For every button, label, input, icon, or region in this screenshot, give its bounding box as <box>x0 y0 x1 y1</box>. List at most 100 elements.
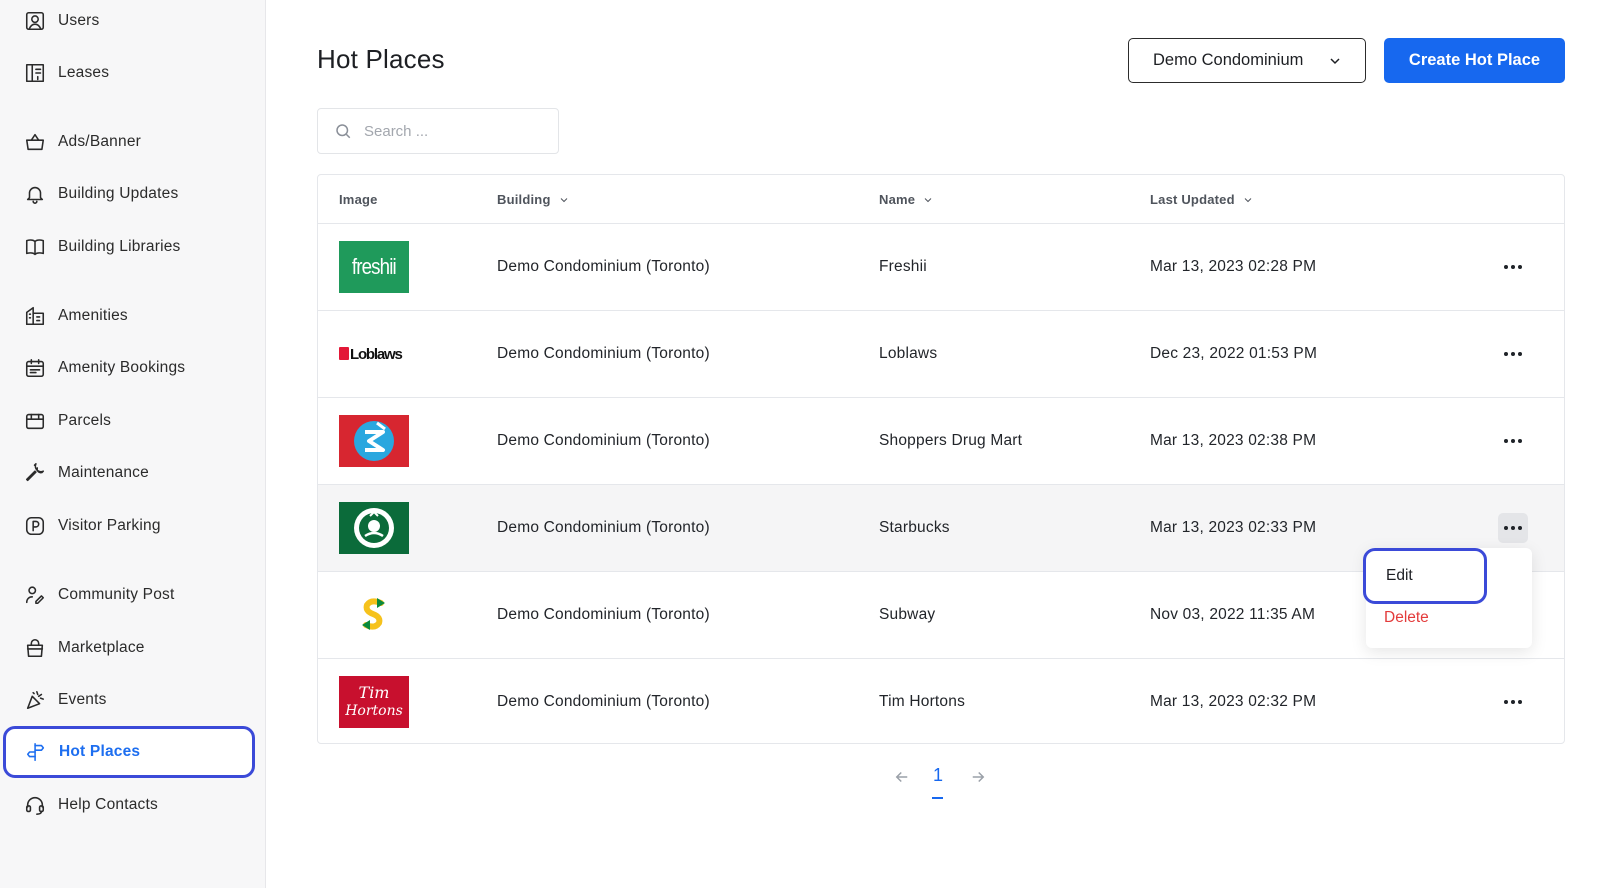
sidebar-item-label: Users <box>58 12 100 29</box>
delete-menu-item[interactable]: Delete <box>1384 609 1429 627</box>
sidebar-item-help-contacts[interactable]: Help Contacts <box>10 784 254 826</box>
row-actions-button[interactable] <box>1498 687 1528 717</box>
svg-text:Loblaws: Loblaws <box>350 346 402 363</box>
table-header: Image Building Name Last Updated <box>318 175 1564 224</box>
sidebar-item-building-updates[interactable]: Building Updates <box>10 173 254 215</box>
book-icon <box>24 236 46 258</box>
sidebar-item-label: Help Contacts <box>58 796 158 813</box>
sidebar-item-marketplace[interactable]: Marketplace <box>10 627 254 669</box>
sidebar-item-label: Parcels <box>58 412 112 429</box>
name-cell: Starbucks <box>879 519 950 536</box>
sidebar-item-label: Maintenance <box>58 464 149 481</box>
updated-cell: Mar 13, 2023 02:38 PM <box>1150 432 1317 449</box>
chevron-down-icon <box>1330 57 1340 64</box>
sidebar-item-amenities[interactable]: Amenities <box>10 295 254 337</box>
sidebar-item-building-libraries[interactable]: Building Libraries <box>10 226 254 268</box>
marketplace-bag-icon <box>24 637 46 659</box>
row-actions-button[interactable] <box>1498 339 1528 369</box>
sidebar-item-users[interactable]: Users <box>10 0 254 42</box>
starbucks-logo <box>339 502 409 554</box>
updated-cell: Mar 13, 2023 02:32 PM <box>1150 693 1317 710</box>
table-row[interactable]: freshii Demo Condominium (Toronto) Fresh… <box>318 224 1564 311</box>
updated-cell: Nov 03, 2022 11:35 AM <box>1150 606 1316 623</box>
wrench-icon <box>24 462 46 484</box>
sidebar-item-label: Amenity Bookings <box>58 359 186 376</box>
sidebar-item-label: Community Post <box>58 586 175 603</box>
sidebar-item-maintenance[interactable]: Maintenance <box>10 452 254 494</box>
edit-menu-item[interactable]: Edit <box>1363 548 1487 604</box>
chevron-down-icon <box>560 197 567 202</box>
building-cell: Demo Condominium (Toronto) <box>497 606 710 623</box>
freshii-logo: freshii <box>339 241 409 293</box>
search-box[interactable] <box>317 108 559 154</box>
column-header-name[interactable]: Name <box>879 192 934 207</box>
pagination: 1 <box>893 765 993 805</box>
table-row[interactable]: Tim Hortons Demo Condominium (Toronto) T… <box>318 659 1564 746</box>
page-title: Hot Places <box>317 44 445 74</box>
community-icon <box>24 584 46 606</box>
building-cell: Demo Condominium (Toronto) <box>497 345 710 362</box>
lease-document-icon <box>24 62 46 84</box>
more-dots-icon <box>1504 265 1509 269</box>
sidebar-item-label: Ads/Banner <box>58 133 141 150</box>
subway-logo <box>339 589 409 641</box>
sidebar-item-parcels[interactable]: Parcels <box>10 400 254 442</box>
sidebar-item-label: Marketplace <box>58 639 145 656</box>
column-header-building[interactable]: Building <box>497 192 570 207</box>
sidebar-item-community-post[interactable]: Community Post <box>10 574 254 616</box>
row-actions-button[interactable] <box>1498 513 1528 543</box>
row-actions-button[interactable] <box>1498 252 1528 282</box>
page-number-current[interactable]: 1 <box>933 765 943 786</box>
shopping-bag-icon <box>24 131 46 153</box>
building-cell: Demo Condominium (Toronto) <box>497 693 710 710</box>
loblaws-logo: Loblaws <box>339 328 409 380</box>
name-cell: Tim Hortons <box>879 693 966 710</box>
sidebar-item-label: Building Updates <box>58 185 179 202</box>
sidebar-item-label: Hot Places <box>59 743 141 760</box>
sidebar-item-label: Events <box>58 691 107 708</box>
building-cell: Demo Condominium (Toronto) <box>497 432 710 449</box>
building-icon <box>24 305 46 327</box>
sidebar-item-label: Building Libraries <box>58 238 181 255</box>
more-dots-icon <box>1504 526 1509 530</box>
table-row[interactable]: Demo Condominium (Toronto) Shoppers Drug… <box>318 398 1564 485</box>
building-select-value: Demo Condominium <box>1153 51 1304 69</box>
chevron-down-icon <box>1244 197 1252 202</box>
building-select[interactable]: Demo Condominium <box>1128 38 1366 83</box>
calendar-icon <box>24 357 46 379</box>
table-row[interactable]: Loblaws Demo Condominium (Toronto) Lobla… <box>318 311 1564 398</box>
more-dots-icon <box>1504 439 1509 443</box>
search-input[interactable] <box>364 122 534 140</box>
shoppers-logo <box>339 415 409 467</box>
sidebar-item-visitor-parking[interactable]: Visitor Parking <box>10 505 254 547</box>
sidebar-item-label: Amenities <box>58 307 128 324</box>
column-header-image: Image <box>339 192 378 207</box>
sidebar-item-leases[interactable]: Leases <box>10 52 254 94</box>
hot-places-table: Image Building Name Last Updated freshii… <box>317 174 1565 744</box>
parcel-box-icon <box>24 410 46 432</box>
prev-page-button[interactable] <box>893 768 913 788</box>
row-actions-button[interactable] <box>1498 426 1528 456</box>
parking-icon <box>24 515 46 537</box>
column-header-last-updated[interactable]: Last Updated <box>1150 192 1254 207</box>
current-page-indicator <box>932 797 943 799</box>
headset-icon <box>24 794 46 816</box>
building-cell: Demo Condominium (Toronto) <box>497 258 710 275</box>
updated-cell: Mar 13, 2023 02:33 PM <box>1150 519 1317 536</box>
more-dots-icon <box>1504 700 1509 704</box>
sidebar-item-ads-banner[interactable]: Ads/Banner <box>10 121 254 163</box>
sidebar-item-amenity-bookings[interactable]: Amenity Bookings <box>10 347 254 389</box>
sidebar-item-events[interactable]: Events <box>10 679 254 721</box>
sidebar: Users Leases Ads/Banner Building Updates… <box>0 0 266 888</box>
bell-icon <box>24 183 46 205</box>
updated-cell: Dec 23, 2022 01:53 PM <box>1150 345 1318 362</box>
arrow-right-icon <box>972 771 985 783</box>
sidebar-item-hot-places[interactable]: Hot Places <box>3 726 255 778</box>
name-cell: Loblaws <box>879 345 938 362</box>
signpost-icon <box>25 741 47 763</box>
row-actions-menu: Edit Delete <box>1363 548 1532 648</box>
next-page-button[interactable] <box>969 768 989 788</box>
create-hot-place-button[interactable]: Create Hot Place <box>1384 38 1565 83</box>
name-cell: Shoppers Drug Mart <box>879 432 1023 449</box>
building-cell: Demo Condominium (Toronto) <box>497 519 710 536</box>
